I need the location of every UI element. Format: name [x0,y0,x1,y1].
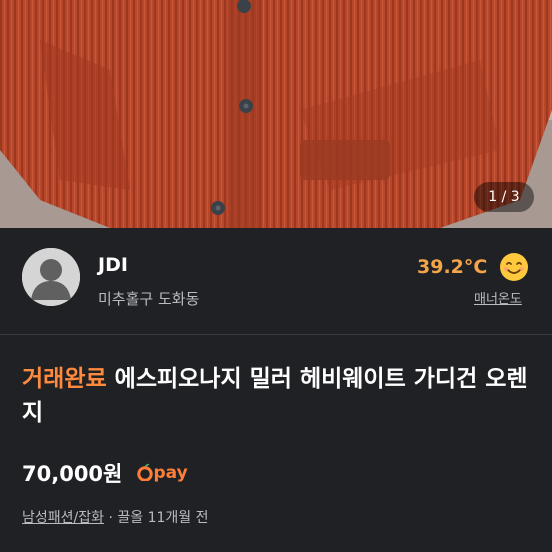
manner-temperature-link[interactable]: 매너온도 [474,288,522,307]
default-avatar-icon [22,248,80,306]
smiling-face-icon [500,253,528,281]
category-link[interactable]: 남성패션/잡화 [22,510,104,526]
product-image[interactable]: 1 / 3 [0,0,552,228]
seller-location: 미추홀구 도화동 [98,290,200,308]
product-title: 거래완료 에스피오나지 밀러 헤비웨이트 가디건 오렌지 [22,362,532,430]
avatar[interactable] [22,248,80,306]
pay-badge: pay [137,463,188,483]
pay-label: pay [153,463,188,483]
orange-pay-icon [137,463,154,482]
seller-profile[interactable]: JDI 미추홀구 도화동 39.2°C 매너온도 [0,228,552,335]
cardigan-photo [0,0,552,228]
seller-name[interactable]: JDI [98,254,128,276]
meta-separator: · [108,510,113,526]
manner-temperature: 39.2°C [417,256,488,278]
price-row: 70,000원 pay [22,458,188,488]
status-badge: 거래완료 [22,366,107,392]
product-meta: 남성패션/잡화 · 끌올 11개월 전 [22,507,208,527]
price: 70,000원 [22,462,123,486]
bump-time: 끌올 11개월 전 [117,510,209,526]
image-counter: 1 / 3 [474,182,534,212]
